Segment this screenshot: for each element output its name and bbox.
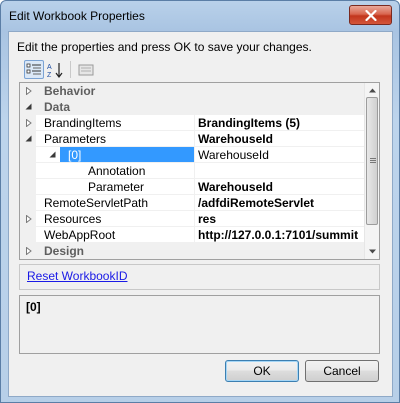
category-label: Data [44, 100, 71, 114]
alphabetical-sort-icon: A Z [47, 62, 63, 78]
cell-divider [194, 131, 195, 147]
property-value[interactable]: WarehouseId [198, 147, 366, 163]
row-margin [20, 195, 36, 211]
row-margin [20, 179, 36, 195]
grid-row-design[interactable]: Design [20, 243, 366, 259]
cell-divider [194, 115, 195, 131]
grid-row-data[interactable]: Data [20, 99, 366, 115]
svg-text:A: A [47, 64, 52, 71]
grid-row-webapproot[interactable]: WebAppRoot http://127.0.0.1:7101/summit [20, 227, 366, 243]
cell-divider [194, 179, 195, 195]
thumb-grip [370, 162, 376, 163]
property-value[interactable]: /adfdiRemoteServlet [198, 195, 366, 211]
alphabetical-sort-button[interactable]: A Z [46, 60, 66, 79]
window-title: Edit Workbook Properties [9, 9, 145, 23]
cancel-button[interactable]: Cancel [305, 360, 379, 382]
category-background [36, 99, 366, 115]
cell-divider [194, 227, 195, 243]
close-icon [364, 9, 377, 21]
cancel-button-label: Cancel [323, 364, 361, 378]
grid-row-behavior[interactable]: Behavior [20, 83, 366, 99]
grid-scrollbar[interactable] [364, 83, 379, 259]
property-pages-icon [78, 64, 94, 75]
grid-row-brandingitems[interactable]: BrandingItems BrandingItems (5) [20, 115, 366, 131]
collapse-arrow-icon[interactable] [25, 103, 32, 110]
property-name: Annotation [88, 164, 146, 178]
property-value[interactable]: WarehouseId [198, 179, 366, 195]
ok-button[interactable]: OK [225, 360, 299, 382]
toolbar-separator [70, 61, 71, 78]
grid-row-annotation[interactable]: Annotation [20, 163, 366, 179]
description-title: [0] [26, 300, 41, 314]
expand-arrow-icon[interactable] [26, 247, 32, 255]
grid-row-resources[interactable]: Resources res [20, 211, 366, 227]
property-value[interactable]: http://127.0.0.1:7101/summit [198, 227, 366, 243]
grid-row-remoteservletpath[interactable]: RemoteServletPath /adfdiRemoteServlet [20, 195, 366, 211]
expand-arrow-icon[interactable] [26, 87, 32, 95]
instruction-text: Edit the properties and press OK to save… [17, 40, 312, 54]
category-label: Behavior [44, 84, 96, 98]
thumb-grip [370, 160, 376, 161]
property-name: Resources [44, 212, 102, 226]
row-margin [20, 147, 36, 163]
property-value[interactable]: BrandingItems (5) [198, 115, 366, 131]
grid-row-parameter[interactable]: Parameter WarehouseId [20, 179, 366, 195]
ok-button-label: OK [253, 364, 271, 378]
property-grid[interactable]: Behavior Data BrandingItems BrandingItem… [19, 82, 380, 260]
scrollbar-thumb[interactable] [366, 97, 378, 225]
cell-divider [194, 195, 195, 211]
collapse-arrow-icon[interactable] [25, 135, 32, 142]
scroll-down-icon[interactable] [368, 247, 377, 256]
cell-divider [194, 211, 195, 227]
property-name: [0] [68, 148, 82, 162]
row-margin [20, 227, 36, 243]
category-label: Design [44, 244, 85, 258]
commands-pane: Reset WorkbookID [19, 264, 380, 290]
property-name: Parameters [44, 132, 107, 146]
expand-arrow-icon[interactable] [26, 215, 32, 223]
expand-arrow-icon[interactable] [26, 119, 32, 127]
cell-divider [194, 163, 195, 179]
property-name: BrandingItems [44, 116, 122, 130]
property-pages-button[interactable] [76, 60, 96, 79]
svg-text:Z: Z [47, 72, 52, 78]
description-pane: [0] [19, 295, 380, 354]
scroll-up-icon[interactable] [368, 86, 377, 95]
categorized-view-button[interactable] [24, 60, 44, 79]
categorized-view-icon [26, 63, 41, 74]
property-value[interactable]: res [198, 211, 366, 227]
property-name: Parameter [88, 180, 145, 194]
property-value[interactable]: WarehouseId [198, 131, 366, 147]
close-button[interactable] [349, 5, 392, 25]
category-background [36, 243, 366, 259]
reset-workbookid-link[interactable]: Reset WorkbookID [27, 269, 127, 283]
property-name: RemoteServletPath [44, 196, 149, 210]
grid-row-parameters[interactable]: Parameters WarehouseId [20, 131, 366, 147]
grid-row-item-0[interactable]: [0] WarehouseId [20, 147, 366, 163]
title-bar[interactable]: Edit Workbook Properties [1, 1, 399, 31]
property-name: WebAppRoot [44, 228, 116, 242]
thumb-grip [370, 158, 376, 159]
row-margin [20, 163, 36, 179]
collapse-arrow-icon[interactable] [49, 151, 56, 158]
property-value[interactable] [198, 163, 366, 179]
cell-divider [194, 147, 195, 163]
